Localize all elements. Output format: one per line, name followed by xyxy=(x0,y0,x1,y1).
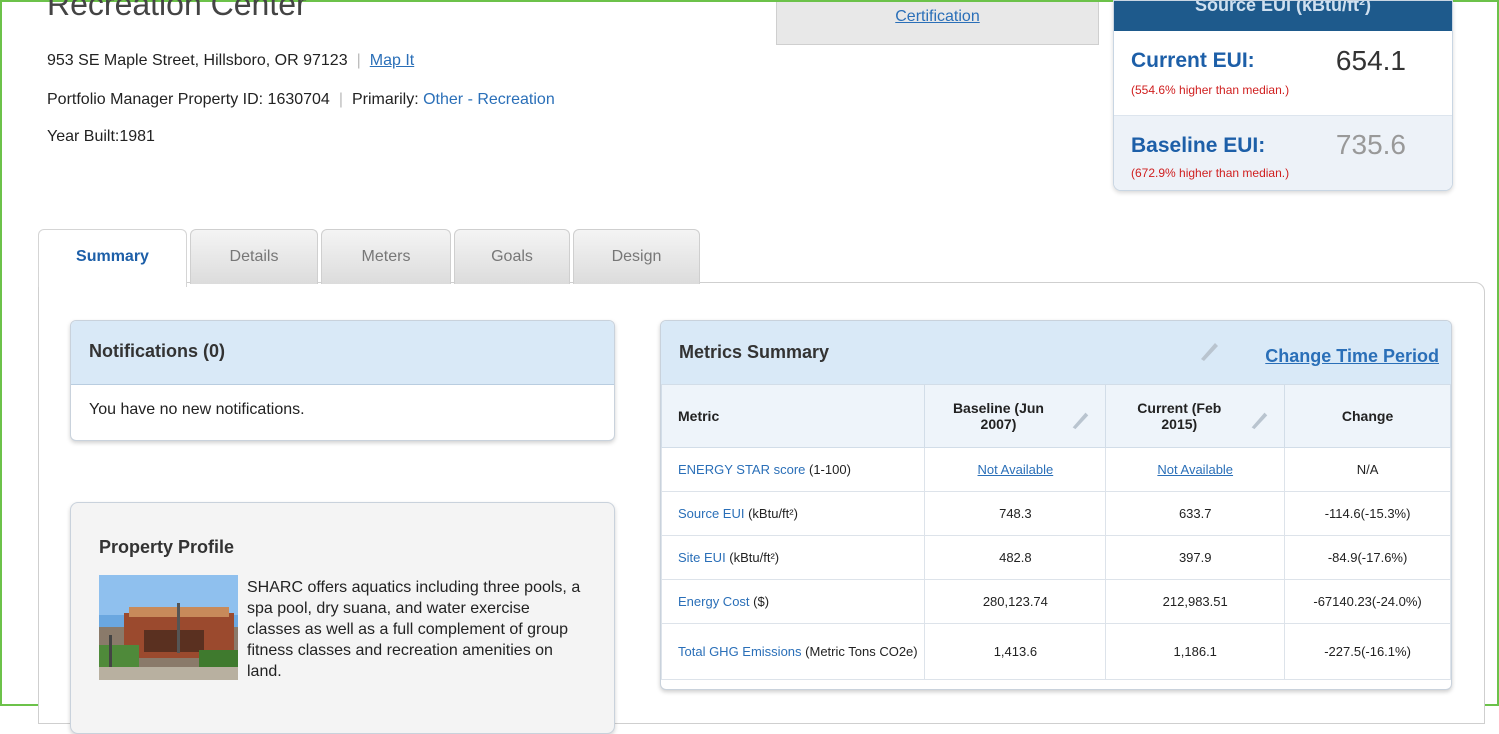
change-cell: -227.5(-16.1%) xyxy=(1284,623,1451,680)
certification-box: Certification xyxy=(776,2,1099,45)
metric-link-energy-star[interactable]: ENERGY STAR score xyxy=(678,462,805,477)
current-eui-label: Current EUI: xyxy=(1131,49,1255,72)
current-cell: 397.9 xyxy=(1105,535,1286,580)
year-built: Year Built:1981 xyxy=(47,128,155,145)
baseline-not-available-link[interactable]: Not Available xyxy=(978,462,1054,477)
baseline-eui-row: Baseline EUI: 735.6 (672.9% higher than … xyxy=(1114,115,1452,190)
edit-current-pencil-icon[interactable] xyxy=(1248,409,1270,434)
property-description-wrap: SHARC offers aquatics including three po… xyxy=(99,577,585,682)
notifications-header: Notifications (0) xyxy=(71,321,614,385)
metric-link-site-eui[interactable]: Site EUI xyxy=(678,550,726,565)
property-address: 953 SE Maple Street, Hillsboro, OR 97123 xyxy=(47,52,348,69)
table-row: Source EUI (kBtu/ft²) 748.3 633.7 -114.6… xyxy=(661,491,1451,536)
metric-unit: (kBtu/ft²) xyxy=(725,550,780,565)
primarily-label: Primarily: xyxy=(351,91,419,108)
table-row: Energy Cost ($) 280,123.74 212,983.51 -6… xyxy=(661,579,1451,624)
property-id-line: Portfolio Manager Property ID: 1630704 | P… xyxy=(47,91,555,109)
tab-goals[interactable]: Goals xyxy=(454,229,570,284)
table-row: Site EUI (kBtu/ft²) 482.8 397.9 -84.9(-1… xyxy=(661,535,1451,580)
col-baseline: Baseline (Jun 2007) xyxy=(924,384,1107,448)
metric-link-energy-cost[interactable]: Energy Cost xyxy=(678,594,750,609)
property-title: Recreation Center xyxy=(47,0,307,22)
col-baseline-label: Baseline (Jun 2007) xyxy=(952,400,1044,432)
col-current: Current (Feb 2015) xyxy=(1105,384,1286,448)
metric-cell: Source EUI (kBtu/ft²) xyxy=(661,491,926,536)
separator: | xyxy=(356,52,361,69)
col-change: Change xyxy=(1284,384,1451,448)
property-profile-title: Property Profile xyxy=(99,537,235,557)
current-eui-note: (554.6% higher than median.) xyxy=(1131,83,1290,97)
property-id: Portfolio Manager Property ID: 1630704 xyxy=(47,91,330,108)
eui-panel: Source EUI (kBtu/ft²) Current EUI: 654.1… xyxy=(1113,0,1453,191)
metrics-title: Metrics Summary xyxy=(679,342,830,362)
baseline-eui-note: (672.9% higher than median.) xyxy=(1131,166,1290,180)
primary-use-link[interactable]: Other - Recreation xyxy=(423,91,555,108)
metric-unit: (kBtu/ft²) xyxy=(744,506,798,521)
photo-spacer xyxy=(99,577,247,681)
notifications-title: Notifications (0) xyxy=(89,341,226,361)
metrics-summary-panel: Metrics Summary Change Time Period Metri… xyxy=(660,320,1452,690)
change-cell: N/A xyxy=(1284,447,1451,492)
property-profile-panel: Property Profile SHARC offers aquatics i… xyxy=(70,502,615,734)
metric-unit: (1-100) xyxy=(805,462,851,477)
col-current-label: Current (Feb 2015) xyxy=(1137,400,1222,432)
change-time-period-link[interactable]: Change Time Period xyxy=(1265,346,1439,367)
current-eui-row: Current EUI: 654.1 (554.6% higher than m… xyxy=(1114,31,1452,115)
current-cell: 633.7 xyxy=(1105,491,1286,536)
metric-link-ghg-emissions[interactable]: Total GHG Emissions xyxy=(678,644,802,659)
change-cell: -84.9(-17.6%) xyxy=(1284,535,1451,580)
metric-unit: ($) xyxy=(749,594,770,609)
certification-link[interactable]: Certification xyxy=(777,8,1098,26)
baseline-cell: 280,123.74 xyxy=(924,579,1107,624)
baseline-cell: 1,413.6 xyxy=(924,623,1107,680)
map-it-link[interactable]: Map It xyxy=(370,52,414,69)
table-row: ENERGY STAR score (1-100) Not Available … xyxy=(661,447,1451,492)
tab-summary[interactable]: Summary xyxy=(38,229,187,287)
metric-cell: Energy Cost ($) xyxy=(661,579,926,624)
metrics-table: Metric Baseline (Jun 2007) Current (Feb … xyxy=(661,384,1451,680)
tab-design[interactable]: Design xyxy=(573,229,700,284)
baseline-cell: 482.8 xyxy=(924,535,1107,580)
eui-panel-header: Source EUI (kBtu/ft²) xyxy=(1114,1,1452,31)
metric-unit: (Metric Tons CO2e) xyxy=(801,644,918,659)
metric-cell: Total GHG Emissions (Metric Tons CO2e) xyxy=(661,623,926,680)
notifications-message: You have no new notifications. xyxy=(89,401,305,418)
baseline-cell: Not Available xyxy=(924,447,1107,492)
baseline-eui-value: 735.6 xyxy=(1335,129,1406,160)
change-cell: -114.6(-15.3%) xyxy=(1284,491,1451,536)
tab-details[interactable]: Details xyxy=(190,229,318,284)
address-line: 953 SE Maple Street, Hillsboro, OR 97123… xyxy=(47,52,414,70)
current-cell: Not Available xyxy=(1105,447,1286,492)
change-cell: -67140.23(-24.0%) xyxy=(1284,579,1451,624)
current-cell: 212,983.51 xyxy=(1105,579,1286,624)
metric-cell: ENERGY STAR score (1-100) xyxy=(661,447,926,492)
baseline-eui-label: Baseline EUI: xyxy=(1131,134,1266,157)
col-metric: Metric xyxy=(661,384,926,448)
separator: | xyxy=(338,91,343,108)
baseline-cell: 748.3 xyxy=(924,491,1107,536)
tab-meters[interactable]: Meters xyxy=(321,229,451,284)
metrics-header-row: Metric Baseline (Jun 2007) Current (Feb … xyxy=(661,384,1451,448)
pencil-icon xyxy=(1197,339,1221,368)
metric-link-source-eui[interactable]: Source EUI xyxy=(678,506,744,521)
metric-cell: Site EUI (kBtu/ft²) xyxy=(661,535,926,580)
table-row: Total GHG Emissions (Metric Tons CO2e) 1… xyxy=(661,623,1451,680)
edit-baseline-pencil-icon[interactable] xyxy=(1069,409,1091,434)
metrics-header: Metrics Summary Change Time Period xyxy=(661,321,1451,385)
current-not-available-link[interactable]: Not Available xyxy=(1157,462,1233,477)
current-eui-value: 654.1 xyxy=(1335,45,1406,76)
current-cell: 1,186.1 xyxy=(1105,623,1286,680)
property-description: SHARC offers aquatics including three po… xyxy=(247,579,581,680)
notifications-panel: Notifications (0) You have no new notifi… xyxy=(70,320,615,441)
